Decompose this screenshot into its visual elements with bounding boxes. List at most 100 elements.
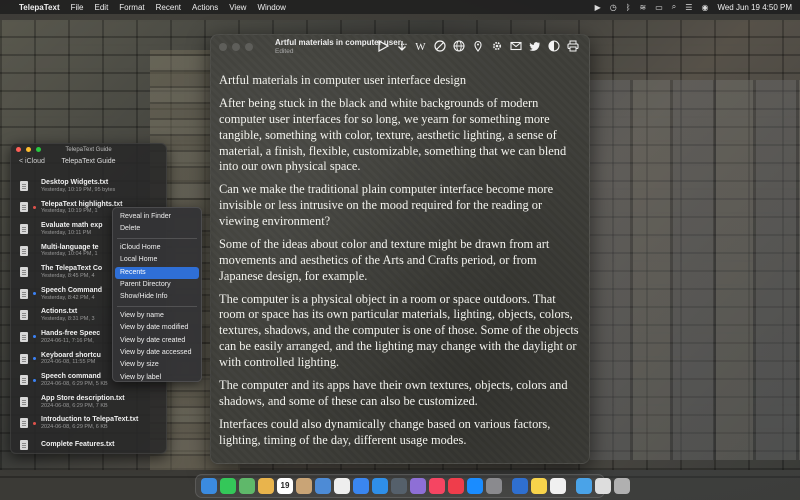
file-text: TelepaText highlights.txt Yesterday, 10:1… xyxy=(41,201,122,215)
file-list-item[interactable]: Desktop Widgets.txt Yesterday, 10:19 PM, … xyxy=(11,175,166,197)
menu-item-view-by-date-created[interactable]: View by date created xyxy=(115,335,199,347)
dock-preview-icon[interactable] xyxy=(315,478,331,494)
file-name: Speech command xyxy=(41,373,101,381)
document-paragraph: The computer is a physical object in a r… xyxy=(219,291,579,370)
file-name: App Store description.txt xyxy=(41,394,125,402)
guide-window-title: TelepaText Guide xyxy=(65,146,112,153)
minimize-button[interactable] xyxy=(232,43,240,51)
file-meta: 2024-06-08, 6:29 PM, 6 KB xyxy=(41,424,108,431)
file-list-item[interactable]: App Store description.txt 2024-06-08, 6:2… xyxy=(11,391,166,413)
wikipedia-icon[interactable]: W xyxy=(414,40,427,55)
menu-edit[interactable]: Edit xyxy=(95,3,109,12)
gear-icon[interactable] xyxy=(490,40,503,55)
file-list-item[interactable]: Complete Features.txt xyxy=(11,434,166,453)
menu-item-delete[interactable]: Delete xyxy=(115,223,199,235)
file-name: Complete Features.txt xyxy=(41,441,115,449)
menu-item-local-home[interactable]: Local Home xyxy=(115,254,199,266)
download-icon[interactable] xyxy=(395,40,408,55)
bluetooth-icon[interactable]: ᛒ xyxy=(626,3,631,12)
wifi-icon[interactable]: ≋ xyxy=(640,3,647,12)
menu-item-view-by-size[interactable]: View by size xyxy=(115,359,199,371)
dock-mail-icon[interactable] xyxy=(353,478,369,494)
block-icon[interactable] xyxy=(433,40,446,55)
menu-item-recents[interactable]: Recents xyxy=(115,266,199,279)
label-dot xyxy=(33,357,36,361)
dock-settings-icon[interactable] xyxy=(486,478,502,494)
dock-maps-icon[interactable] xyxy=(239,478,255,494)
file-text: Introduction to TelepaText.txt 2024-06-08… xyxy=(41,416,138,430)
dock-safari-icon[interactable] xyxy=(372,478,388,494)
menu-bar: TelepaText File Edit Format Recent Actio… xyxy=(0,0,800,14)
menu-separator xyxy=(117,305,197,307)
twitter-icon[interactable] xyxy=(528,40,541,55)
zoom-button[interactable] xyxy=(245,43,253,51)
back-button[interactable]: < iCloud xyxy=(19,158,45,165)
close-button[interactable] xyxy=(219,43,227,51)
file-name: The TelepaText Co xyxy=(41,265,103,273)
menu-format[interactable]: Format xyxy=(119,3,144,12)
menu-item-view-by-label[interactable]: View by label xyxy=(115,372,199,384)
play-icon[interactable] xyxy=(376,39,389,55)
dock-photos-icon[interactable] xyxy=(258,478,274,494)
contrast-icon[interactable] xyxy=(547,40,560,55)
menu-file[interactable]: File xyxy=(71,3,84,12)
time-machine-icon[interactable]: ◷ xyxy=(610,3,617,12)
search-icon[interactable]: ⌕ xyxy=(672,2,676,12)
document-paragraph: Interfaces could also dynamically change… xyxy=(219,416,551,447)
dock-news-icon[interactable] xyxy=(448,478,464,494)
file-text: Keyboard shortcu 2024-06-08, 11:55 PM xyxy=(41,352,101,366)
dock-notes-icon[interactable] xyxy=(410,478,426,494)
dock-screenshot-icon[interactable] xyxy=(595,478,611,494)
text-file-icon xyxy=(20,375,28,386)
document-paragraph: Can we make the traditional plain comput… xyxy=(219,182,554,228)
wallpaper-texture xyxy=(590,80,800,460)
dock-telepatext-icon[interactable] xyxy=(391,478,407,494)
file-name: TelepaText highlights.txt xyxy=(41,200,123,208)
display-icon[interactable]: ▭ xyxy=(655,3,663,12)
text-file-icon xyxy=(20,331,28,342)
menu-recent[interactable]: Recent xyxy=(156,3,181,12)
menu-item-icloud-home[interactable]: iCloud Home xyxy=(115,242,199,254)
menu-actions[interactable]: Actions xyxy=(192,3,218,12)
document-paragraph: After being stuck in the black and white… xyxy=(219,95,567,174)
print-icon[interactable] xyxy=(566,40,579,55)
menu-item-view-by-date-accessed[interactable]: View by date accessed xyxy=(115,347,199,359)
dock-contacts-icon[interactable] xyxy=(296,478,312,494)
status-area: ▶ ◷ ᛒ ≋ ▭ ⌕ ☰ ◉ Wed Jun 19 4:50 PM xyxy=(595,2,792,12)
dock-stickies-icon[interactable] xyxy=(531,478,547,494)
dock-trash-icon[interactable] xyxy=(614,478,630,494)
dock-pages-icon[interactable] xyxy=(550,478,566,494)
dock-downloads-icon[interactable] xyxy=(576,478,592,494)
dock-finder-icon[interactable] xyxy=(201,478,217,494)
menu-item-reveal-in-finder[interactable]: Reveal in Finder xyxy=(115,211,199,223)
file-name: Speech Command xyxy=(41,286,103,294)
location-pin-icon[interactable] xyxy=(471,40,484,55)
menu-app-name[interactable]: TelepaText xyxy=(19,3,60,12)
menu-item-view-by-date-modified[interactable]: View by date modified xyxy=(115,322,199,334)
dock-textedit-icon[interactable] xyxy=(334,478,350,494)
menu-item-parent-directory[interactable]: Parent Directory xyxy=(115,279,199,291)
file-meta: Yesterday, 10:11 PM xyxy=(41,229,92,236)
dock-quicktime-icon[interactable] xyxy=(512,478,528,494)
menu-view[interactable]: View xyxy=(229,3,246,12)
dock-calendar-icon[interactable]: 19 xyxy=(277,478,293,494)
file-text: App Store description.txt 2024-06-08, 6:2… xyxy=(41,395,125,409)
menu-item-view-by-name[interactable]: View by name xyxy=(115,310,199,322)
file-list-item[interactable]: Introduction to TelepaText.txt 2024-06-08… xyxy=(11,413,166,435)
menu-clock[interactable]: Wed Jun 19 4:50 PM xyxy=(717,3,792,12)
dock-app-store-icon[interactable] xyxy=(467,478,483,494)
dock: 19 xyxy=(195,474,630,498)
document-text-area[interactable]: Artful materials in computer user interf… xyxy=(211,59,589,448)
menu-item-show-hide-info[interactable]: Show/Hide Info xyxy=(115,291,199,303)
menu-window[interactable]: Window xyxy=(257,3,285,12)
mail-icon[interactable] xyxy=(509,40,522,55)
dock-music-icon[interactable] xyxy=(429,478,445,494)
file-text: Desktop Widgets.txt Yesterday, 10:19 PM, … xyxy=(41,179,115,193)
control-center-icon[interactable]: ☰ xyxy=(685,3,692,12)
toolbar: W xyxy=(376,39,579,55)
dock-messages-icon[interactable] xyxy=(220,478,236,494)
globe-icon[interactable] xyxy=(452,40,465,55)
siri-icon[interactable]: ◉ xyxy=(701,3,708,12)
play-status-icon[interactable]: ▶ xyxy=(595,3,601,12)
guide-nav-bar: < iCloud TelepaText Guide xyxy=(11,155,166,167)
